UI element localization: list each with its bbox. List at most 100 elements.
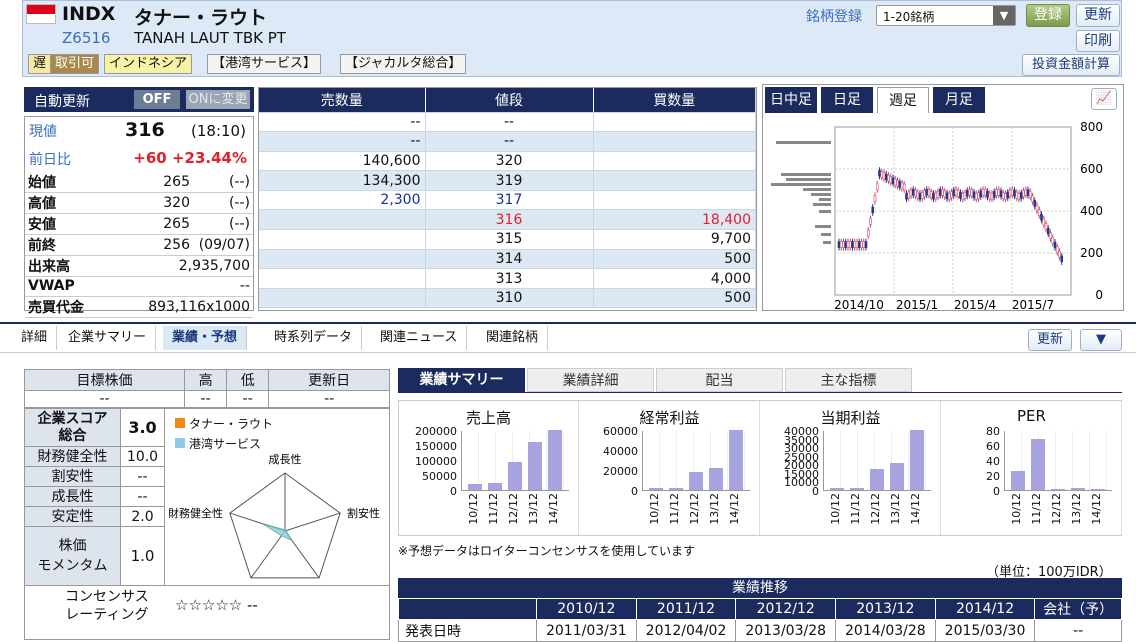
chevron-down-icon[interactable]: ▼ [1080,329,1122,351]
y-tick: 0 [993,485,1000,498]
y-tick: 150000 [415,440,457,453]
performance-trend-table: 2010/12 2011/12 2012/12 2013/12 2014/12 会社（予）… [398,598,1122,642]
detail-tab[interactable]: 詳細 [12,326,58,350]
chart-tab[interactable]: 月足 [933,87,985,113]
quote-row: 314 500 [259,249,756,270]
stat-row: 始値 265 (--) [25,172,253,193]
performance-tab[interactable]: 配当 [656,368,783,392]
y-tick: 80 [986,425,1000,438]
bar [488,483,502,490]
price-stats-table: 始値 265 (--) 高値 320 (--) 安値 265 (--) 前終 256 (09/0… [25,172,253,318]
print-button[interactable]: 印刷 [1076,30,1120,52]
auto-on-button[interactable]: ONに変更 [186,90,250,109]
auto-off-button[interactable]: OFF [134,90,180,109]
legend-company: タナー・ラウト [175,415,273,432]
quote-row: 310 500 [259,288,756,309]
bar [709,468,723,490]
bar [1011,471,1025,490]
stat-row: 高値 320 (--) [25,192,253,214]
x-tick: 10/12 [648,493,661,525]
x-tick: 2014/10 [834,298,884,310]
x-tick: 12/12 [507,493,520,525]
y-tick: 400 [1080,204,1103,218]
detail-tab[interactable]: 関連銘柄 [477,326,549,350]
auto-update-bar: 自動更新 OFF ONに変更 [24,87,254,112]
performance-tab[interactable]: 主な指標 [785,368,912,392]
legend-sector: 港湾サービス [175,435,261,452]
score-value: -- [121,467,165,487]
plot-area [1004,431,1112,491]
detail-tab[interactable]: 企業サマリー [59,326,157,350]
quote-row: 140,600 320 [259,151,756,172]
announce-date: 2015/03/30 [934,619,1036,642]
quote-row: 316 18,400 [259,209,756,231]
quote-row: 2,300 317 [259,190,756,211]
bar [1031,439,1045,490]
change-label: 前日比 [29,152,71,168]
score-label: 成長性 [25,487,121,507]
auto-update-label: 自動更新 [34,94,90,110]
score-value: -- [121,487,165,507]
bar [548,430,562,490]
register-link[interactable]: 銘柄登録 [806,6,862,26]
performance-trend-title: 業績推移 [398,578,1122,598]
y-tick: 40000 [603,445,638,458]
chart-tab[interactable]: 週足 [877,87,929,113]
x-tick: 11/12 [668,493,681,525]
announce-date: 2012/04/02 [635,619,737,642]
x-tick: 12/12 [688,493,701,525]
quote-row: 315 9,700 [259,229,756,250]
y-tick: 200000 [415,425,457,438]
bar [669,487,683,490]
update-button[interactable]: 更新 [1028,329,1072,351]
chart-title: PER [1017,407,1046,425]
bar [508,461,522,490]
chart-tab[interactable]: 日足 [821,87,873,113]
quote-row: 134,300 319 [259,170,756,191]
performance-tab[interactable]: 業績サマリー [398,368,525,392]
investment-calc-button[interactable]: 投資金額計算 [1022,54,1120,76]
chart-icon[interactable]: 📈 [1091,88,1117,110]
price-time: (18:10) [191,122,246,140]
row-label: 発表日時 [398,619,537,642]
score-label: 安定性 [25,507,121,527]
x-tick: 2015/4 [954,298,996,310]
bar [468,484,482,490]
year-header: 2011/12 [635,598,737,620]
current-price: 316 [125,119,165,141]
bar [830,487,844,490]
plot-area [461,430,569,491]
detail-tab[interactable]: 業績・予想 [163,326,248,350]
refresh-button[interactable]: 更新 [1076,4,1120,27]
performance-tab[interactable]: 業績詳細 [527,368,654,392]
x-tick: 13/12 [708,493,721,525]
y-tick: 800 [1080,120,1103,134]
quote-table: 売数量 値段 買数量 -- -- -- -- 140,600 320 134,300 319 2… [259,88,756,309]
chart-tab[interactable]: 日中足 [765,87,817,113]
select-value: 1-20銘柄 [883,10,935,24]
bar [689,472,703,490]
x-tick: 13/12 [889,493,902,525]
y-tick: 60000 [603,425,638,438]
detail-tab[interactable]: 関連ニュース [371,326,468,350]
x-tick: 2015/7 [1012,298,1054,310]
x-tick: 10/12 [1010,493,1023,525]
momentum-score: 1.0 [121,527,165,585]
consensus-label: コンセンサス レーティング [65,589,149,623]
watchlist-select[interactable]: 1-20銘柄 ▼ [876,5,1016,26]
stat-row: 安値 265 (--) [25,213,253,235]
announce-date: 2013/03/28 [735,619,837,642]
radar-axis-label: 成長性 [269,453,302,466]
consensus-rating: ☆☆☆☆☆ -- [175,596,258,614]
y-tick: 20 [986,470,1000,483]
buy-qty-header: 買数量 [593,88,756,113]
y-tick: 600 [1080,162,1103,176]
stat-row: 前終 256 (09/07) [25,234,253,256]
bar [649,488,663,490]
detail-tab[interactable]: 時系列データ [265,326,363,350]
stat-row: 出来高 2,935,700 [25,255,253,277]
register-button[interactable]: 登録 [1026,4,1070,27]
year-header: 2010/12 [536,598,637,620]
performance-chart: 当期利益 40000 35000 30000 25000 20000 15000 10000 0… [761,401,941,535]
company-name-en: TANAH LAUT TBK PT [134,29,286,47]
